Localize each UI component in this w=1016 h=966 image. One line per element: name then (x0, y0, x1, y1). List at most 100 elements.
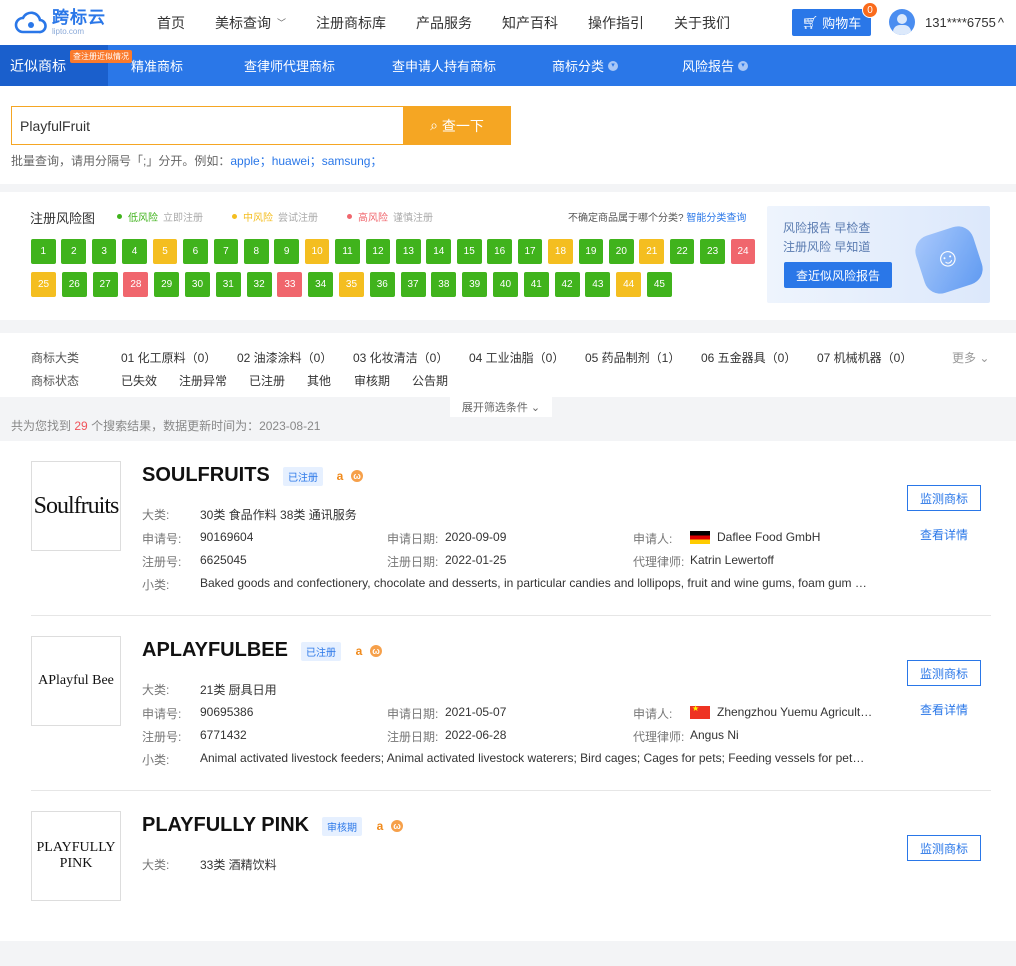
monitor-button[interactable]: 监测商标 (907, 660, 981, 686)
risk-class-cell[interactable]: 28 (123, 272, 149, 297)
expand-filter-button[interactable]: 展开筛选条件 ⌄ (450, 397, 552, 417)
nav-guide[interactable]: 操作指引 (588, 13, 644, 33)
risk-class-cell[interactable]: 30 (184, 272, 210, 297)
risk-class-cell[interactable]: 32 (246, 272, 272, 297)
cart-button[interactable]: 🛒︎ 购物车 0 (792, 2, 878, 36)
trademark-name[interactable]: APLAYFULBEE (142, 639, 288, 662)
risk-class-cell[interactable]: 29 (154, 272, 180, 297)
tab-lawyer-trademark[interactable]: 查律师代理商标 (244, 45, 335, 86)
filter-status-expired[interactable]: 已失效 (121, 372, 157, 389)
search-button[interactable]: ⌕ 查一下 (403, 106, 511, 145)
risk-class-cell[interactable]: 35 (338, 272, 364, 297)
risk-class-cell[interactable]: 3 (91, 239, 117, 264)
risk-class-cell[interactable]: 9 (274, 239, 299, 264)
risk-class-cell[interactable]: 15 (456, 239, 482, 264)
trademark-image[interactable]: Soulfruits (31, 461, 121, 551)
nav-trademark-library[interactable]: 注册商标库 (316, 13, 386, 33)
monitor-button[interactable]: 监测商标 (907, 835, 981, 861)
tab-risk-report[interactable]: 风险报告 ▾ (682, 45, 749, 86)
nav-ip-wiki[interactable]: 知产百科 (502, 13, 558, 33)
filter-class-04[interactable]: 04 工业油脂（0） (469, 349, 564, 366)
tab-trademark-class[interactable]: 商标分类 ▾ (552, 45, 619, 86)
value-applicant: Zhengzhou Yuemu Agricultural (717, 705, 877, 719)
risk-class-cell[interactable]: 27 (92, 272, 118, 297)
tab-badge: 查注册近似情况 (70, 50, 132, 63)
search-type-tabs: 近似商标 查注册近似情况 精准商标 查律师代理商标 查申请人持有商标 商标分类 ▾… (0, 45, 1016, 86)
risk-class-cell[interactable]: 20 (609, 239, 634, 264)
filter-status-abnormal[interactable]: 注册异常 (179, 372, 227, 389)
risk-class-cell[interactable]: 12 (365, 239, 391, 264)
search-input[interactable]: PlayfulFruit (11, 106, 404, 145)
filter-status-other[interactable]: 其他 (307, 372, 331, 389)
label-applicant: 申请人: (633, 707, 673, 721)
nav-about[interactable]: 关于我们 (674, 13, 730, 33)
risk-report-button[interactable]: 查近似风险报告 (784, 262, 892, 288)
more-classes-button[interactable]: 更多 ⌄ (952, 349, 989, 366)
risk-class-cell[interactable]: 7 (213, 239, 239, 264)
filter-class-07[interactable]: 07 机械机器（0） (817, 349, 912, 366)
filter-class-01[interactable]: 01 化工原料（0） (121, 349, 216, 366)
risk-class-cell[interactable]: 40 (492, 272, 518, 297)
risk-class-cell[interactable]: 16 (487, 239, 512, 264)
filter-class-02[interactable]: 02 油漆涂料（0） (237, 349, 332, 366)
detail-link[interactable]: 查看详情 (920, 526, 968, 543)
site-logo[interactable]: 跨标云 lipto.com (14, 9, 134, 36)
result-info-band: 展开筛选条件 ⌄ 共为您找到 29 个搜索结果，数据更新时间为：2023-08-… (0, 397, 1016, 441)
risk-class-cell[interactable]: 6 (183, 239, 208, 264)
tab-label: 近似商标 (10, 57, 66, 74)
risk-class-cell[interactable]: 38 (431, 272, 457, 297)
risk-class-cell[interactable]: 44 (616, 272, 642, 297)
amazon-icon: a (353, 644, 365, 658)
risk-class-cell[interactable]: 39 (462, 272, 488, 297)
risk-class-cell[interactable]: 37 (400, 272, 426, 297)
trademark-name[interactable]: SOULFRUITS (142, 464, 270, 487)
risk-class-cell[interactable]: 10 (304, 239, 330, 264)
nav-us-trademark-search[interactable]: 美标查询 ﹀ (215, 13, 286, 33)
risk-class-cell[interactable]: 24 (730, 239, 756, 264)
risk-class-cell[interactable]: 42 (554, 272, 580, 297)
risk-class-cell[interactable]: 41 (523, 272, 549, 297)
detail-link[interactable]: 查看详情 (920, 701, 968, 718)
risk-class-cell[interactable]: 33 (277, 272, 303, 297)
tab-exact-trademark[interactable]: 精准商标 (131, 45, 183, 86)
risk-class-cell[interactable]: 26 (61, 272, 87, 297)
nav-home[interactable]: 首页 (157, 13, 185, 33)
tab-applicant-trademark[interactable]: 查申请人持有商标 (392, 45, 496, 86)
risk-class-cell[interactable]: 23 (700, 239, 725, 264)
risk-class-cell[interactable]: 34 (308, 272, 334, 297)
risk-class-cell[interactable]: 8 (243, 239, 269, 264)
trademark-image[interactable]: APlayful Bee (31, 636, 121, 726)
risk-class-cell[interactable]: 22 (669, 239, 695, 264)
risk-class-cell[interactable]: 14 (426, 239, 452, 264)
risk-class-cell[interactable]: 18 (548, 239, 573, 264)
hint-examples[interactable]: apple；huawei；samsung； (230, 154, 382, 168)
risk-class-cell[interactable]: 1 (31, 239, 56, 264)
risk-class-cell[interactable]: 21 (639, 239, 665, 264)
filter-status-announce[interactable]: 公告期 (412, 372, 448, 389)
risk-class-cell[interactable]: 5 (152, 239, 178, 264)
risk-class-cell[interactable]: 13 (396, 239, 421, 264)
filter-status-review[interactable]: 审核期 (354, 372, 390, 389)
risk-class-cell[interactable]: 36 (369, 272, 395, 297)
risk-class-cell[interactable]: 31 (215, 272, 241, 297)
risk-class-cell[interactable]: 45 (646, 272, 672, 297)
trademark-image[interactable]: PLAYFULLY PINK (31, 811, 121, 901)
user-menu[interactable]: 131****6755 ^ (889, 9, 1004, 35)
cart-label: 购物车 (822, 16, 862, 31)
filter-class-05[interactable]: 05 药品制剂（1） (585, 349, 680, 366)
risk-class-cell[interactable]: 4 (122, 239, 147, 264)
risk-class-cell[interactable]: 19 (578, 239, 604, 264)
risk-class-cell[interactable]: 25 (31, 272, 56, 297)
monitor-button[interactable]: 监测商标 (907, 485, 981, 511)
trademark-name[interactable]: PLAYFULLY PINK (142, 814, 309, 837)
smart-class-query-link[interactable]: 智能分类查询 (686, 213, 746, 224)
filter-status-registered[interactable]: 已注册 (249, 372, 285, 389)
risk-class-cell[interactable]: 43 (585, 272, 611, 297)
nav-products[interactable]: 产品服务 (416, 13, 472, 33)
risk-class-cell[interactable]: 17 (517, 239, 543, 264)
filter-class-06[interactable]: 06 五金器具（0） (701, 349, 796, 366)
logo-text: 跨标云 (52, 8, 106, 27)
risk-class-cell[interactable]: 2 (61, 239, 87, 264)
filter-class-03[interactable]: 03 化妆清洁（0） (353, 349, 448, 366)
risk-class-cell[interactable]: 11 (335, 239, 360, 264)
